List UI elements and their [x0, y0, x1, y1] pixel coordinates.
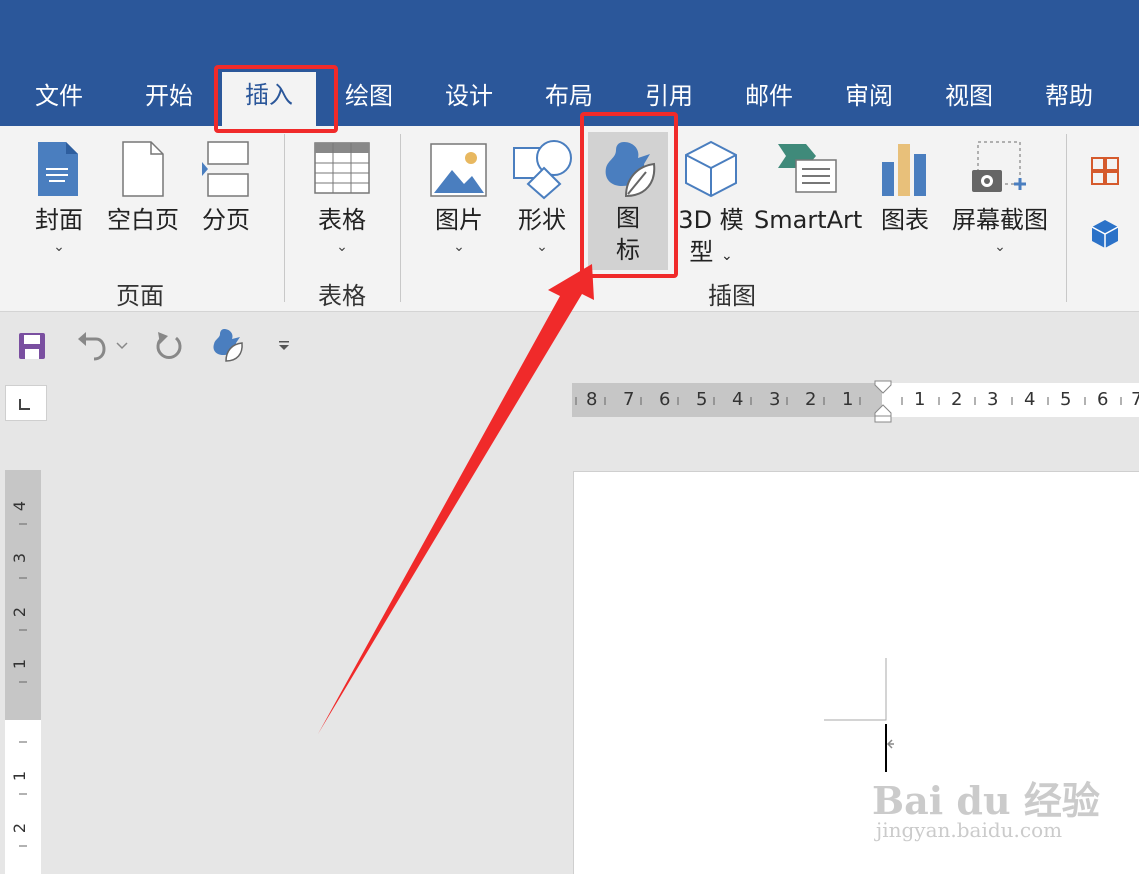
table-button[interactable]: 表格 ⌄ [304, 136, 380, 266]
tab-mailings[interactable]: 邮件 [738, 78, 800, 114]
horizontal-ruler[interactable]: 8 7 6 5 4 3 2 1 1 2 3 4 5 6 7 [572, 380, 1139, 423]
watermark-logo: Bai du 经验 [872, 778, 1100, 823]
page-break-button[interactable]: 分页 [194, 136, 258, 246]
undo-icon[interactable] [76, 331, 108, 361]
3d-models-label-line2: 型 ⌄ [676, 238, 746, 270]
icons-button[interactable]: 图 标 [588, 132, 668, 270]
tab-review[interactable]: 审阅 [838, 78, 900, 114]
cover-page-button[interactable]: 封面 ⌄ [26, 136, 92, 266]
group-label-pages: 页面 [116, 282, 164, 310]
blank-page-icon [122, 141, 164, 197]
ribbon: 封面 ⌄ 空白页 分页 页面 表格 ⌄ 表格 图片 ⌄ 形状 ⌄ 图 标 3D … [0, 126, 1139, 312]
3d-models-label-line1: 3D 模 [678, 206, 744, 234]
chevron-down-icon: ⌄ [720, 248, 733, 264]
tab-design[interactable]: 设计 [438, 78, 500, 114]
tab-references[interactable]: 引用 [638, 78, 700, 114]
cover-page-label: 封面 [35, 206, 83, 234]
vertical-ruler[interactable]: 4 3 2 1 1 2 [5, 470, 41, 874]
tab-draw[interactable]: 绘图 [338, 78, 400, 114]
chart-button[interactable]: 图表 [870, 136, 940, 246]
group-separator [400, 134, 401, 302]
ruler-ticks [575, 397, 1122, 405]
table-label: 表格 [318, 206, 366, 234]
shapes-label: 形状 [518, 206, 566, 234]
page-break-label: 分页 [202, 206, 250, 234]
table-icon [314, 142, 370, 194]
chart-icon [882, 144, 926, 196]
tab-view[interactable]: 视图 [938, 78, 1000, 114]
group-label-illustrations: 插图 [708, 282, 756, 310]
icons-label-line2: 标 [616, 236, 640, 264]
shapes-icon [513, 140, 572, 200]
screenshot-button[interactable]: 屏幕截图 ⌄ [948, 136, 1052, 266]
tab-layout[interactable]: 布局 [538, 78, 600, 114]
save-icon[interactable] [18, 332, 46, 360]
chevron-down-icon: ⌄ [536, 239, 548, 255]
3d-models-label-line2-text: 型 [689, 238, 714, 266]
screenshot-icon [972, 141, 1026, 192]
group-separator [1066, 134, 1067, 302]
my-addins-cube-icon[interactable] [1090, 218, 1120, 248]
smartart-button[interactable]: SmartArt [754, 136, 863, 246]
3d-models-button[interactable]: 3D 模 型 ⌄ [676, 136, 746, 266]
chart-label: 图表 [881, 206, 929, 234]
chevron-down-icon: ⌄ [336, 239, 348, 255]
group-separator [284, 134, 285, 302]
page-break-icon [202, 141, 249, 197]
pictures-label: 图片 [435, 206, 483, 234]
chevron-down-icon: ⌄ [453, 239, 465, 255]
tab-stop-selector[interactable] [5, 385, 47, 421]
redo-icon[interactable] [154, 330, 184, 362]
icons-label-line1: 图 [616, 204, 640, 232]
chevron-down-icon: ⌄ [994, 239, 1006, 255]
indent-marker-icon[interactable] [874, 380, 892, 424]
tab-file[interactable]: 文件 [28, 78, 90, 114]
tab-home[interactable]: 开始 [138, 78, 200, 114]
vertical-ruler-ticks [19, 523, 27, 847]
icons-qat-icon[interactable] [210, 327, 244, 363]
smartart-icon [778, 144, 837, 193]
shapes-button[interactable]: 形状 ⌄ [506, 136, 578, 266]
picture-icon [430, 143, 487, 197]
undo-dropdown-icon[interactable] [116, 341, 128, 351]
customize-qat-icon[interactable] [278, 341, 290, 351]
blank-page-button[interactable]: 空白页 [102, 136, 184, 246]
addins-grid-icon[interactable] [1090, 156, 1120, 186]
cover-page-icon [38, 142, 78, 196]
group-label-tables: 表格 [318, 282, 366, 310]
3d-cube-icon [685, 140, 737, 198]
quick-access-toolbar [0, 313, 1139, 377]
tab-insert[interactable]: 插入 [222, 72, 316, 126]
pictures-button[interactable]: 图片 ⌄ [422, 136, 496, 266]
smartart-label: SmartArt [754, 206, 863, 234]
text-cursor-area [824, 658, 894, 772]
tab-help[interactable]: 帮助 [1038, 78, 1100, 114]
watermark-url: jingyan.baidu.com [876, 818, 1063, 842]
icons-icon [605, 142, 656, 198]
blank-page-label: 空白页 [107, 206, 179, 234]
left-tab-icon [19, 399, 30, 410]
screenshot-label: 屏幕截图 [952, 206, 1048, 234]
chevron-down-icon: ⌄ [53, 239, 65, 255]
